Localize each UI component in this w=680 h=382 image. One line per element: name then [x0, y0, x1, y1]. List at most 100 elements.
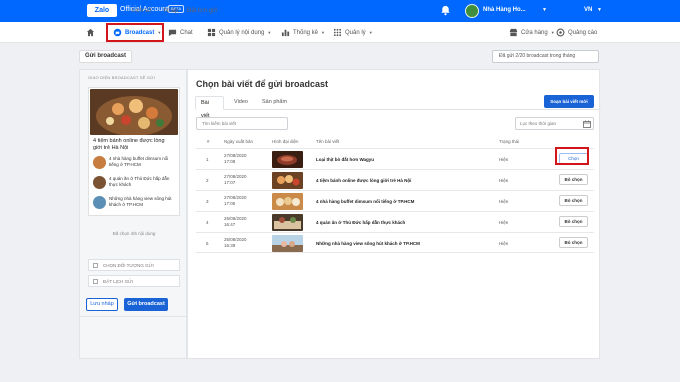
schedule-option[interactable]: ĐẶT LỊCH GỬI — [88, 275, 180, 287]
thumbnail — [272, 235, 303, 252]
deselect-button[interactable]: Bỏ chọn — [559, 216, 588, 227]
article-title[interactable]: Loại thịt bò đắt hơn Wagyu — [316, 157, 374, 162]
divider — [80, 316, 188, 317]
row-number: 2 — [206, 178, 209, 183]
preview-item-text: 4 nhà hàng buffet dimsum nổi tiếng ở TP.… — [109, 156, 169, 167]
table-row: 4 25/08/2020 16:47 4 quán ăn ở Thủ Đức hấ… — [196, 211, 594, 232]
preview-headline: 4 tiệm bánh online được lòng giới trẻ Hà… — [93, 138, 165, 151]
tab-drafts[interactable]: Nháp — [164, 8, 178, 14]
preview-panel: GIAO DIỆN BROADCAST SẼ GỬI 4 tiệm bánh o… — [79, 69, 188, 359]
thumbnail — [272, 193, 303, 210]
status: Hiện — [499, 199, 509, 204]
top-bar: Zalo Official Account BETA Nhà Hàng Ho..… — [0, 0, 680, 22]
table-row: 1 27/08/2020 17:08 Loại thịt bò đắt hơn W… — [196, 148, 594, 169]
chart-icon — [281, 29, 290, 37]
date-filter[interactable]: Lọc theo thời gian — [515, 117, 594, 130]
content-icon — [207, 28, 216, 37]
row-number: 5 — [206, 241, 209, 246]
checkbox[interactable] — [93, 262, 98, 268]
save-draft-button[interactable]: Lưu nháp — [86, 298, 118, 311]
column-header: Ngày xuất bản — [224, 139, 254, 144]
publish-date: 27/08/2020 17:05 — [224, 195, 247, 206]
grid-icon — [333, 28, 342, 37]
deselect-button[interactable]: Bỏ chọn — [559, 237, 588, 248]
status: Hiện — [499, 178, 509, 183]
tab-video[interactable]: Video — [229, 96, 253, 110]
preview-item-text: Những nhà hàng view sông hút khách ở TP.… — [109, 196, 172, 207]
language-select[interactable]: VN — [584, 7, 592, 13]
thumbnail — [272, 172, 303, 189]
row-number: 4 — [206, 220, 209, 225]
send-broadcast-button[interactable]: Gửi broadcast — [124, 298, 168, 311]
target-audience-option[interactable]: CHỌN ĐỐI TƯỢNG GỬI — [88, 259, 180, 271]
calendar-icon — [583, 120, 591, 128]
ads-icon — [556, 28, 565, 37]
zalo-logo[interactable]: Zalo — [87, 4, 117, 17]
checkbox[interactable] — [93, 278, 98, 284]
deselect-button[interactable]: Bỏ chọn — [559, 195, 588, 206]
status: Hiện — [499, 157, 509, 162]
nav-label: Cửa hàng — [521, 29, 548, 36]
tab-history[interactable]: Lịch sử — [132, 8, 152, 14]
publish-date: 25/08/2020 16:47 — [224, 216, 247, 227]
nav-ads[interactable]: Quảng cáo — [556, 22, 597, 43]
deselect-button[interactable]: Bỏ chọn — [559, 174, 588, 185]
table-row: 5 25/08/2020 16:39 Những nhà hàng view sô… — [196, 232, 594, 253]
nav-label: Thống kê — [293, 29, 319, 36]
chevron-down-icon: ▼ — [321, 30, 325, 35]
shop-name[interactable]: Nhà Hàng Ho... — [483, 7, 526, 13]
store-icon — [509, 28, 518, 37]
nav-store[interactable]: Cửa hàng ▼ — [509, 22, 555, 43]
content-tabs: Bài viết Video Sản phẩm — [195, 96, 601, 119]
nav-stats[interactable]: Thống kê ▼ — [281, 22, 325, 43]
nav-label: Chat — [180, 29, 193, 36]
preview-item: 4 nhà hàng buffet dimsum nổi tiếng ở TP.… — [93, 156, 177, 174]
table-row: 3 27/08/2020 17:05 4 nhà hàng buffet dims… — [196, 190, 594, 211]
tab-send-broadcast[interactable]: Gửi broadcast — [79, 50, 133, 63]
column-header: # — [207, 139, 210, 144]
option-label: CHỌN ĐỐI TƯỢNG GỬI — [103, 262, 154, 268]
tab-products[interactable]: Sản phẩm — [257, 96, 292, 110]
article-title[interactable]: 4 nhà hàng buffet dimsum nổi tiếng ở TP.… — [316, 199, 414, 204]
nav-content[interactable]: Quản lý nội dung ▼ — [207, 22, 271, 43]
page-title: Chọn bài viết để gửi broadcast — [196, 79, 329, 89]
article-title[interactable]: 4 quán ăn ở Thủ Đức hấp dẫn thực khách — [316, 220, 405, 225]
date-filter-label: Lọc theo thời gian — [520, 121, 556, 126]
table-row: 2 27/08/2020 17:07 4 tiệm bánh online đượ… — [196, 169, 594, 190]
article-title[interactable]: Những nhà hàng view sông hút khách ở TP.… — [316, 241, 420, 246]
preview-item-text: 4 quán ăn ở Thủ Đức hấp dẫn thực khách — [109, 176, 170, 187]
row-number: 3 — [206, 199, 209, 204]
column-header: Hình đại diện — [272, 139, 299, 144]
status: Hiện — [499, 241, 509, 246]
article-picker: Chọn bài viết để gửi broadcast Bài viết … — [187, 69, 601, 359]
nav-manage[interactable]: Quản lý ▼ — [333, 22, 373, 43]
preview-item: 4 quán ăn ở Thủ Đức hấp dẫn thực khách — [93, 176, 177, 194]
chevron-down-icon: ▼ — [550, 30, 555, 35]
nav-chat[interactable]: Chat — [168, 22, 193, 43]
search-input[interactable] — [196, 117, 288, 130]
publish-date: 25/08/2020 16:39 — [224, 237, 247, 248]
nav-label: Quản lý — [345, 29, 366, 36]
chevron-down-icon[interactable]: ▼ — [542, 7, 547, 13]
main-nav: Broadcast ▼ Chat Quản lý nội dung ▼ Thống … — [0, 22, 680, 60]
tab-schedule[interactable]: Đặt lịch gửi — [187, 8, 217, 14]
bell-icon[interactable] — [440, 5, 451, 16]
option-label: ĐẶT LỊCH GỬI — [103, 278, 134, 284]
thumbnail — [93, 196, 106, 209]
highlight-box — [555, 147, 589, 165]
row-number: 1 — [206, 157, 209, 162]
nav-home[interactable] — [86, 22, 98, 43]
status: Hiện — [499, 220, 509, 225]
article-title[interactable]: 4 tiệm bánh online được lòng giới trẻ Hà… — [316, 178, 411, 183]
chevron-down-icon[interactable]: ▼ — [597, 7, 602, 13]
selected-count: Đã chọn 4/5 nội dung — [112, 231, 156, 236]
chevron-down-icon: ▼ — [267, 30, 272, 35]
new-post-button[interactable]: Soạn bài viết mới — [544, 95, 594, 108]
preview-image — [90, 89, 178, 135]
column-header: Tên bài viết — [316, 139, 340, 144]
thumbnail — [272, 151, 303, 168]
nav-label: Quản lý nội dung — [219, 29, 265, 36]
tab-posts[interactable]: Bài viết — [195, 96, 224, 119]
chat-icon — [168, 29, 177, 37]
avatar[interactable] — [465, 4, 479, 18]
